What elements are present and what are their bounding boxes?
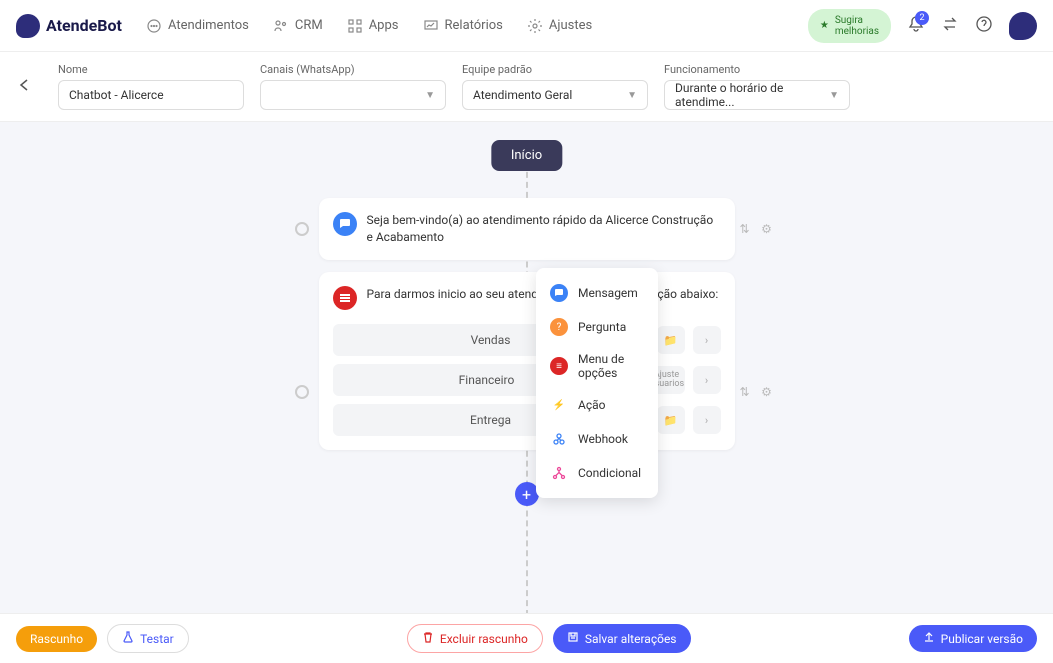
reorder-icon[interactable]: ⇅ [737, 221, 753, 237]
nav-ajustes[interactable]: Ajustes [527, 18, 592, 34]
back-button[interactable] [16, 76, 34, 98]
excluir-button[interactable]: Excluir rascunho [407, 624, 543, 653]
brand-name: AtendeBot [46, 16, 122, 35]
chevron-down-icon: ▼ [627, 90, 637, 101]
chevron-down-icon: ▼ [425, 90, 435, 101]
pop-mensagem[interactable]: Mensagem [536, 276, 658, 310]
testar-button[interactable]: Testar [107, 624, 189, 653]
node-radio[interactable] [295, 385, 309, 399]
nome-label: Nome [58, 63, 244, 76]
add-node-button[interactable]: + [515, 482, 539, 506]
star-icon: ★ [820, 20, 829, 31]
salvar-button[interactable]: Salvar alterações [553, 624, 691, 653]
func-select[interactable]: Durante o horário de atendime... ▼ [664, 80, 850, 110]
pop-acao[interactable]: ⚡ Ação [536, 388, 658, 422]
canais-label: Canais (WhatsApp) [260, 63, 446, 76]
equipe-select[interactable]: Atendimento Geral ▼ [462, 80, 648, 110]
message-text: Seja bem-vindo(a) ao atendimento rápido … [367, 212, 721, 246]
chevron-right-icon[interactable]: › [693, 366, 721, 394]
notifications-button[interactable]: 2 [907, 15, 925, 37]
reorder-icon[interactable]: ⇅ [737, 384, 753, 400]
people-icon [273, 18, 289, 34]
pop-menu[interactable]: ≡ Menu de opções [536, 344, 658, 388]
list-icon: ≡ [550, 357, 568, 375]
node-type-popover: Mensagem ? Pergunta ≡ Menu de opções ⚡ A… [536, 268, 658, 498]
help-icon[interactable] [975, 15, 993, 37]
nav-atendimentos[interactable]: Atendimentos [146, 18, 249, 34]
publicar-button[interactable]: Publicar versão [909, 625, 1037, 652]
trash-icon [422, 631, 434, 646]
menu-icon [333, 286, 357, 310]
grid-icon [347, 18, 363, 34]
nav-crm[interactable]: CRM [273, 18, 323, 34]
menu-node[interactable]: ⇅ ⚙ Para darmos inicio ao seu atendiment… [319, 272, 735, 450]
pop-condicional[interactable]: Condicional [536, 456, 658, 490]
chevron-right-icon[interactable]: › [693, 326, 721, 354]
branch-icon [550, 464, 568, 482]
chart-icon [423, 18, 439, 34]
nav-apps[interactable]: Apps [347, 18, 399, 34]
question-icon: ? [550, 318, 568, 336]
nome-input[interactable] [58, 80, 244, 110]
upload-icon [923, 631, 935, 646]
message-icon [550, 284, 568, 302]
gear-icon[interactable]: ⚙ [759, 384, 775, 400]
node-radio[interactable] [295, 222, 309, 236]
folder-icon[interactable]: 📁 [657, 406, 685, 434]
message-node[interactable]: ⇅ ⚙ Seja bem-vindo(a) ao atendimento ráp… [319, 198, 735, 260]
webhook-icon [550, 430, 568, 448]
logo[interactable]: AtendeBot [16, 14, 122, 38]
flask-icon [122, 631, 134, 646]
chevron-down-icon: ▼ [829, 90, 839, 101]
avatar[interactable] [1009, 12, 1037, 40]
rascunho-badge: Rascunho [16, 626, 97, 652]
swap-icon[interactable] [941, 15, 959, 37]
canais-select[interactable]: ▼ [260, 80, 446, 110]
suggest-button[interactable]: ★ Sugira melhorias [808, 9, 891, 43]
message-icon [333, 212, 357, 236]
notif-badge: 2 [915, 11, 929, 25]
func-label: Funcionamento [664, 63, 850, 76]
nav-relatorios[interactable]: Relatórios [423, 18, 503, 34]
start-node: Início [491, 140, 562, 171]
gear-icon [527, 18, 543, 34]
save-icon [567, 631, 579, 646]
logo-icon [16, 14, 40, 38]
equipe-label: Equipe padrão [462, 63, 648, 76]
chevron-right-icon[interactable]: › [693, 406, 721, 434]
pop-webhook[interactable]: Webhook [536, 422, 658, 456]
pop-pergunta[interactable]: ? Pergunta [536, 310, 658, 344]
bolt-icon: ⚡ [550, 396, 568, 414]
gear-icon[interactable]: ⚙ [759, 221, 775, 237]
chat-icon [146, 18, 162, 34]
folder-icon[interactable]: 📁 [657, 326, 685, 354]
